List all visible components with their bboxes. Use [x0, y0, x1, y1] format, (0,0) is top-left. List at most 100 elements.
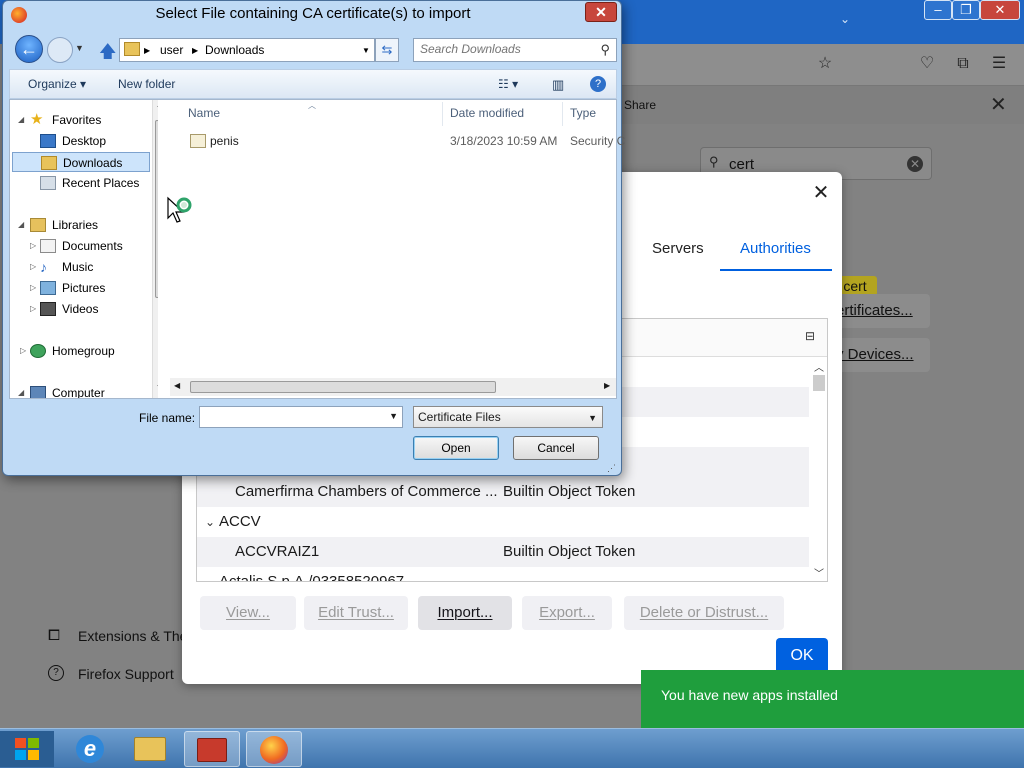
tab-servers[interactable]: Servers	[652, 240, 704, 257]
maximize-button[interactable]: ❐	[952, 0, 980, 20]
file-list[interactable]: ︿ Name Date modified Type penis 3/18/202…	[170, 100, 625, 398]
close-button[interactable]: ✕	[585, 2, 617, 22]
up-arrow-icon[interactable]: 🡅	[99, 39, 116, 68]
nav-item-desktop[interactable]: Desktop	[10, 131, 156, 151]
search-box[interactable]: ⚲	[413, 38, 617, 62]
tree-group-row[interactable]: ⌄ Actalis S.p.A./03358520967	[197, 567, 809, 581]
nav-item-libraries[interactable]: ◢ Libraries	[10, 215, 156, 235]
column-name[interactable]: Name	[188, 106, 220, 120]
notif-close-icon[interactable]: ✕	[990, 92, 1007, 117]
scroll-left-icon[interactable]: ◀	[174, 381, 180, 390]
back-arrow-icon[interactable]: ←	[15, 35, 43, 63]
resize-grip-icon[interactable]: ⋰	[607, 463, 616, 474]
preview-pane-icon[interactable]: ▥	[552, 77, 564, 93]
chevron-down-icon[interactable]: ⌄	[205, 507, 215, 537]
cancel-button[interactable]: Cancel	[513, 436, 599, 460]
edit-trust-button[interactable]: Edit Trust...	[304, 596, 408, 630]
breadcrumb-downloads[interactable]: Downloads	[205, 43, 264, 57]
nav-item-documents[interactable]: ▷ Documents	[10, 236, 156, 256]
file-row[interactable]: penis 3/18/2023 10:59 AM Security C	[184, 130, 625, 152]
star-bookmark-icon[interactable]: ☆	[814, 53, 836, 75]
organize-button[interactable]: Organize ▾	[28, 77, 86, 91]
security-devices-button[interactable]: y Devices...	[832, 338, 930, 372]
tab-authorities[interactable]: Authorities	[740, 240, 811, 257]
expand-triangle-icon[interactable]: ▷	[30, 257, 36, 277]
column-type[interactable]: Type	[570, 106, 596, 120]
scroll-up-icon[interactable]: ▲	[156, 102, 158, 109]
breadcrumb-user[interactable]: user	[160, 43, 183, 57]
ok-button[interactable]: OK	[776, 638, 828, 674]
dropdown-icon[interactable]: ▼	[389, 411, 398, 421]
address-dropdown-icon[interactable]: ▼	[362, 46, 370, 55]
collapse-triangle-icon[interactable]: ◢	[18, 383, 24, 398]
file-type-select[interactable]: Certificate Files ▼	[413, 406, 603, 428]
horizontal-scrollbar[interactable]: ◀ ▶	[170, 378, 616, 396]
new-folder-button[interactable]: New folder	[118, 77, 175, 91]
import-button[interactable]: Import...	[418, 596, 512, 630]
breadcrumb-separator-icon[interactable]: ▶	[144, 46, 150, 55]
extensions-icon[interactable]: ⧉	[952, 53, 974, 75]
chevron-down-icon[interactable]: ⌄	[840, 12, 850, 26]
chevron-down-icon[interactable]: ⌄	[205, 567, 215, 581]
collapse-triangle-icon[interactable]: ◢	[18, 110, 24, 130]
nav-scrollbar[interactable]: ▲ ▼	[152, 100, 158, 398]
nav-item-music[interactable]: ▷ ♪ Music	[10, 257, 156, 277]
column-picker-icon[interactable]: ⊟	[805, 329, 815, 343]
column-separator[interactable]	[562, 102, 563, 126]
view-button[interactable]: View...	[200, 596, 296, 630]
forward-arrow-icon[interactable]	[47, 37, 73, 63]
help-icon[interactable]: ?	[590, 76, 606, 92]
nav-item-videos[interactable]: ▷ Videos	[10, 299, 156, 319]
sidebar-support-link[interactable]: Firefox Support	[78, 666, 174, 682]
nav-item-pictures[interactable]: ▷ Pictures	[10, 278, 156, 298]
column-date-modified[interactable]: Date modified	[450, 106, 524, 120]
scroll-right-icon[interactable]: ▶	[604, 381, 610, 390]
view-options-icon[interactable]: ☷ ▾	[498, 77, 518, 91]
view-certificates-button[interactable]: ertificates...	[832, 294, 930, 328]
delete-distrust-button[interactable]: Delete or Distrust...	[624, 596, 784, 630]
pocket-icon[interactable]: ♡	[916, 53, 938, 75]
firefox-taskbar-icon[interactable]	[246, 731, 302, 767]
file-name-combobox[interactable]: ▼	[199, 406, 403, 428]
address-bar[interactable]: ▶ user ▶ Downloads ▼	[119, 38, 375, 62]
file-name-input[interactable]	[204, 410, 380, 424]
nav-item-computer[interactable]: ◢ Computer	[10, 383, 156, 398]
scroll-down-icon[interactable]: ﹀	[814, 565, 824, 580]
export-button[interactable]: Export...	[522, 596, 612, 630]
breadcrumb-separator-icon[interactable]: ▶	[192, 46, 198, 55]
certificate-tool-icon[interactable]	[184, 731, 240, 767]
internet-explorer-icon[interactable]: e	[62, 731, 118, 767]
sidebar-extensions-link[interactable]: Extensions & The	[78, 628, 187, 644]
nav-item-recent-places[interactable]: Recent Places	[10, 173, 156, 193]
clear-search-icon[interactable]: ✕	[907, 156, 923, 172]
menu-icon[interactable]: ☰	[988, 53, 1010, 75]
scroll-up-icon[interactable]: ︿	[814, 359, 824, 374]
file-explorer-icon[interactable]	[122, 731, 178, 767]
share-label[interactable]: Share	[624, 98, 656, 112]
start-button[interactable]	[0, 731, 54, 767]
dropdown-icon[interactable]: ▼	[588, 408, 597, 428]
expand-triangle-icon[interactable]: ▷	[30, 299, 36, 319]
nav-item-favorites[interactable]: ◢ ★ Favorites	[10, 110, 156, 130]
nav-item-homegroup[interactable]: ▷ Homegroup	[10, 341, 156, 361]
expand-triangle-icon[interactable]: ▷	[30, 236, 36, 256]
scroll-thumb[interactable]	[190, 381, 496, 393]
tree-group-row[interactable]: ⌄ ACCV	[197, 507, 809, 537]
minimize-button[interactable]: –	[924, 0, 952, 20]
search-icon[interactable]: ⚲	[600, 42, 610, 58]
search-input[interactable]	[420, 42, 590, 56]
close-icon[interactable]: ✕	[810, 182, 832, 204]
window-close-button[interactable]: ✕	[980, 0, 1020, 20]
scroll-down-icon[interactable]: ▼	[156, 384, 158, 391]
expand-triangle-icon[interactable]: ▷	[30, 278, 36, 298]
tree-scrollbar[interactable]: ︿ ﹀	[811, 357, 827, 581]
recent-locations-dropdown-icon[interactable]: ▼	[75, 43, 84, 53]
collapse-triangle-icon[interactable]: ◢	[18, 215, 24, 235]
nav-item-downloads[interactable]: Downloads	[12, 152, 150, 172]
scroll-thumb[interactable]	[813, 375, 825, 391]
refresh-icon[interactable]: ⇆	[375, 38, 399, 62]
column-separator[interactable]	[442, 102, 443, 126]
open-button[interactable]: Open	[413, 436, 499, 460]
scroll-thumb[interactable]	[155, 120, 158, 298]
table-row[interactable]: Camerfirma Chambers of Commerce ... Buil…	[197, 477, 809, 507]
